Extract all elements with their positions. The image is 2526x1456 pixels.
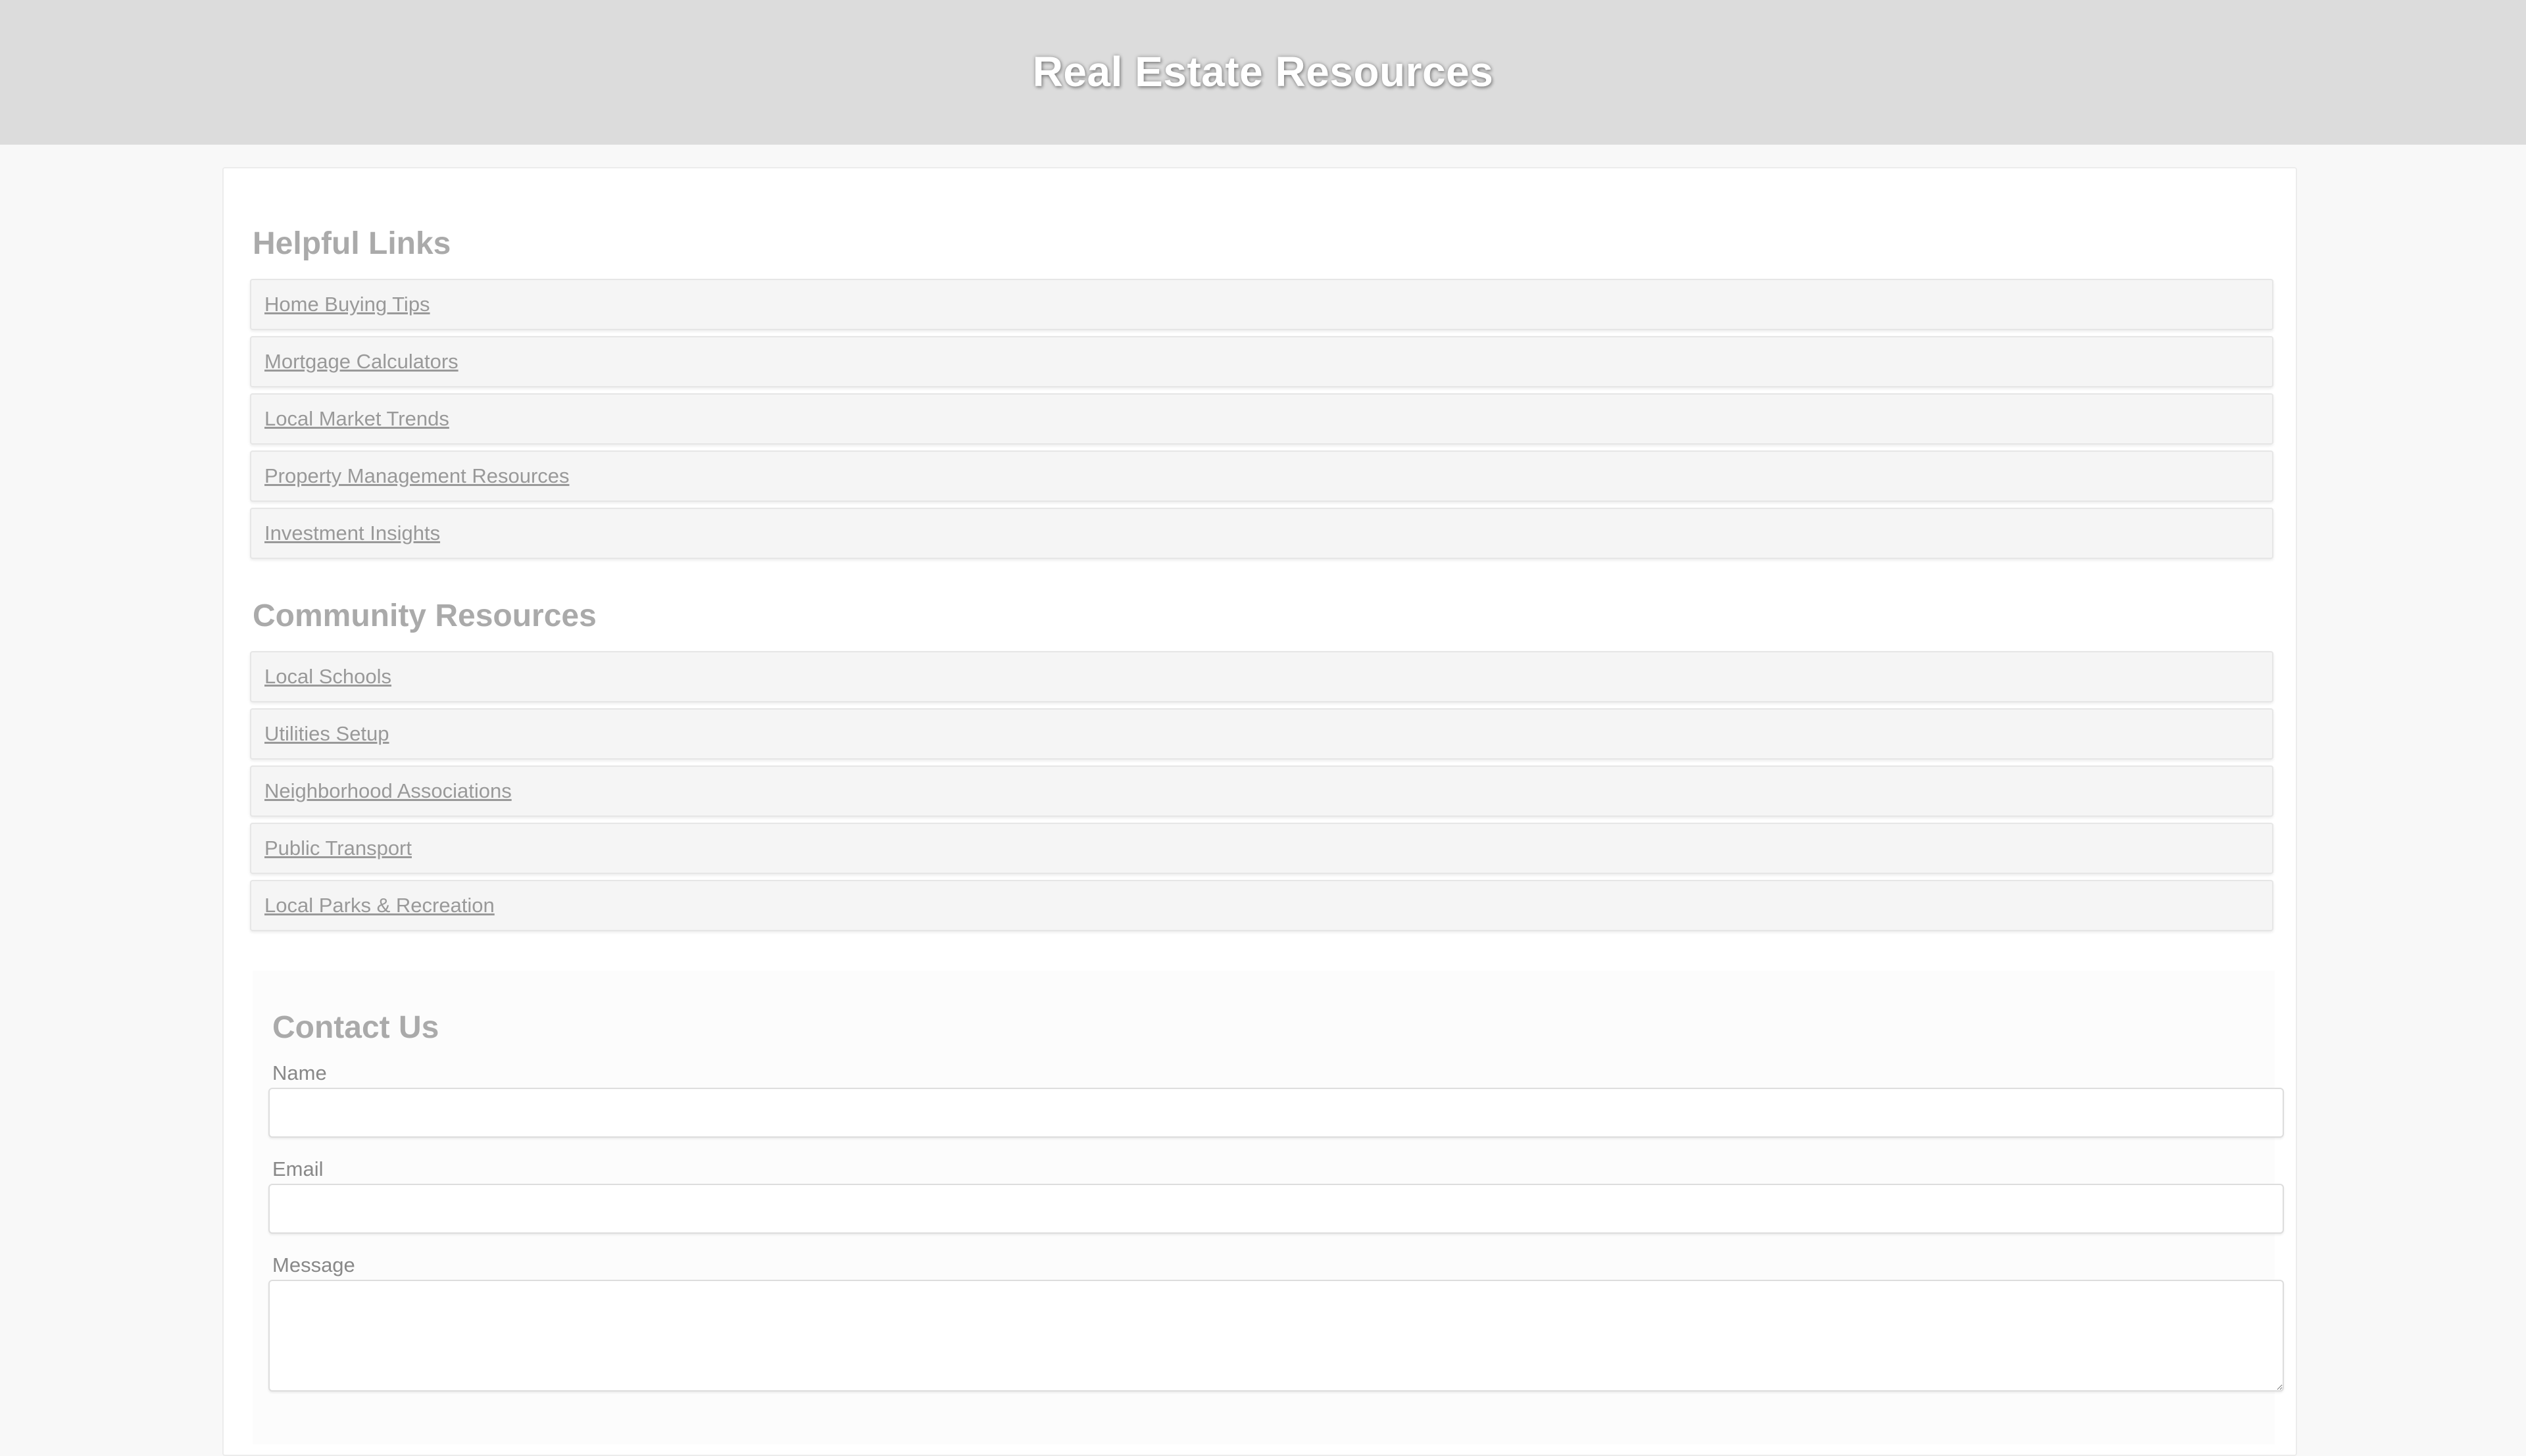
local-schools-link[interactable]: Local Schools: [264, 665, 391, 689]
message-label: Message: [272, 1253, 355, 1276]
message-textarea[interactable]: [268, 1280, 2284, 1392]
name-input[interactable]: [268, 1088, 2284, 1138]
list-item: Property Management Resources: [250, 450, 2273, 502]
list-item: Local Parks & Recreation: [250, 880, 2273, 931]
list-item: Utilities Setup: [250, 708, 2273, 760]
neighborhood-associations-link[interactable]: Neighborhood Associations: [264, 779, 512, 803]
main-container: Helpful Links Home Buying Tips Mortgage …: [222, 167, 2297, 1456]
email-label: Email: [272, 1157, 324, 1180]
helpful-links-section: Helpful Links Home Buying Tips Mortgage …: [250, 221, 2273, 559]
community-resources-heading: Community Resources: [253, 598, 597, 633]
page-title: Real Estate Resources: [1032, 48, 1494, 95]
local-parks-recreation-link[interactable]: Local Parks & Recreation: [264, 894, 495, 917]
list-item: Public Transport: [250, 823, 2273, 874]
helpful-links-heading: Helpful Links: [253, 226, 451, 261]
public-transport-link[interactable]: Public Transport: [264, 837, 412, 860]
property-management-resources-link[interactable]: Property Management Resources: [264, 464, 570, 488]
list-item: Investment Insights: [250, 508, 2273, 559]
contact-section: Contact Us Name Email Message: [253, 971, 2284, 1444]
community-resources-list: Local Schools Utilities Setup Neighborho…: [250, 651, 2273, 931]
home-buying-tips-link[interactable]: Home Buying Tips: [264, 293, 430, 316]
email-input[interactable]: [268, 1184, 2284, 1234]
investment-insights-link[interactable]: Investment Insights: [264, 522, 440, 545]
community-resources-section: Community Resources Local Schools Utilit…: [250, 593, 2273, 931]
list-item: Home Buying Tips: [250, 279, 2273, 330]
contact-heading: Contact Us: [272, 1010, 439, 1045]
mortgage-calculators-link[interactable]: Mortgage Calculators: [264, 350, 458, 374]
helpful-links-list: Home Buying Tips Mortgage Calculators Lo…: [250, 279, 2273, 559]
utilities-setup-link[interactable]: Utilities Setup: [264, 722, 389, 746]
list-item: Mortgage Calculators: [250, 336, 2273, 387]
list-item: Local Market Trends: [250, 393, 2273, 445]
page-header: Real Estate Resources: [0, 0, 2526, 145]
contact-form: Name Email Message: [268, 1060, 2284, 1392]
list-item: Neighborhood Associations: [250, 765, 2273, 817]
local-market-trends-link[interactable]: Local Market Trends: [264, 407, 449, 431]
name-label: Name: [272, 1061, 327, 1084]
list-item: Local Schools: [250, 651, 2273, 702]
